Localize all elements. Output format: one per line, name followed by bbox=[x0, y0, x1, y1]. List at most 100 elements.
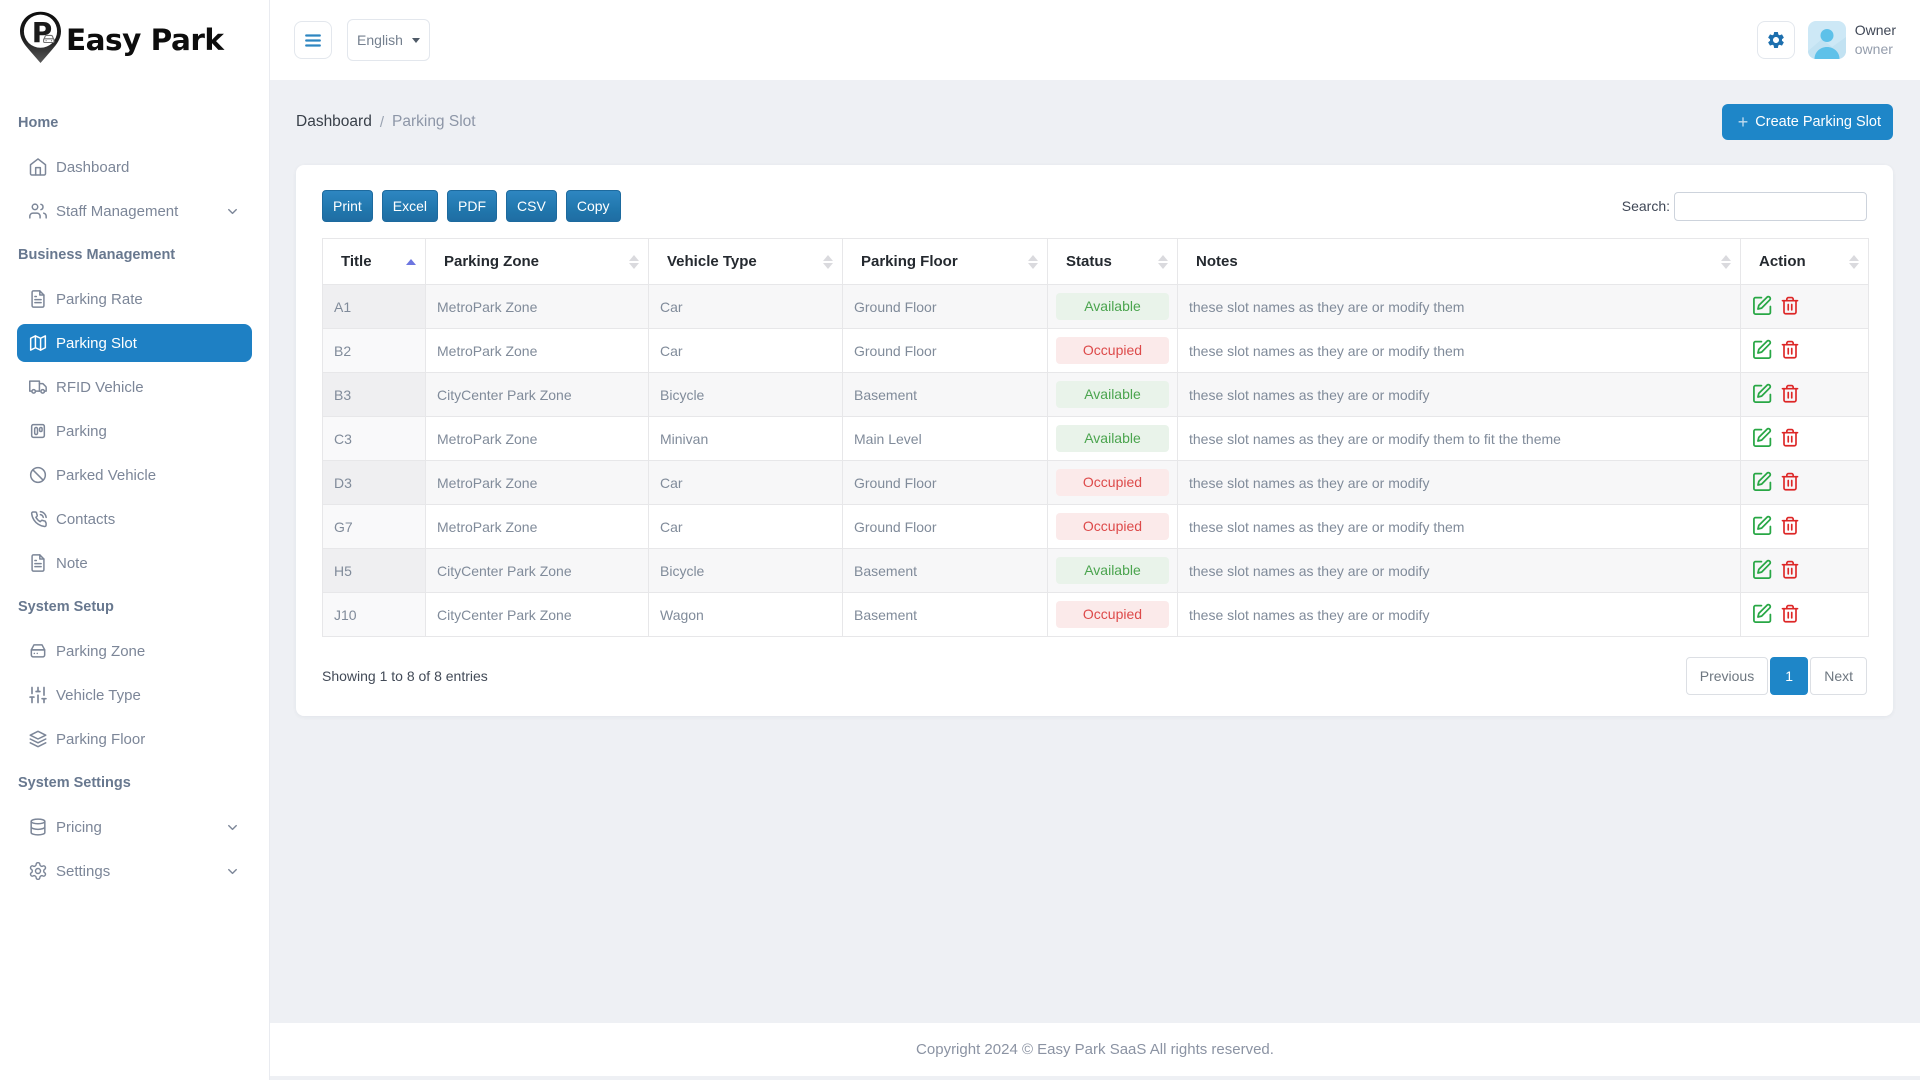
status-badge: Available bbox=[1056, 381, 1169, 408]
truck-icon bbox=[28, 377, 48, 397]
cell-title: D3 bbox=[323, 461, 426, 505]
column-header-parking-floor[interactable]: Parking Floor bbox=[843, 239, 1048, 285]
trash-icon[interactable] bbox=[1780, 427, 1800, 451]
breadcrumb-dashboard[interactable]: Dashboard bbox=[296, 113, 372, 131]
column-header-notes[interactable]: Notes bbox=[1178, 239, 1741, 285]
sort-up-arrow-icon bbox=[1849, 255, 1859, 261]
car-front-icon bbox=[28, 641, 48, 661]
chevron-down-icon bbox=[225, 820, 240, 835]
pagination-previous[interactable]: Previous bbox=[1686, 657, 1768, 695]
edit-icon[interactable] bbox=[1752, 559, 1773, 583]
trash-icon[interactable] bbox=[1780, 383, 1800, 407]
sort-arrows-icon bbox=[1849, 255, 1859, 269]
cell-action bbox=[1741, 549, 1869, 593]
breadcrumb: Dashboard / Parking Slot bbox=[296, 113, 476, 131]
edit-icon[interactable] bbox=[1752, 515, 1773, 539]
cell-parking-zone: MetroPark Zone bbox=[426, 505, 649, 549]
layers-icon bbox=[28, 729, 48, 749]
trash-icon[interactable] bbox=[1780, 603, 1800, 627]
sidebar-item-parking-rate[interactable]: Parking Rate bbox=[17, 280, 252, 318]
user-block[interactable]: Owner owner bbox=[1855, 21, 1896, 59]
sidebar-item-parking-floor[interactable]: Parking Floor bbox=[17, 720, 252, 758]
chevron-down-icon bbox=[225, 204, 240, 219]
edit-icon[interactable] bbox=[1752, 603, 1773, 627]
edit-icon[interactable] bbox=[1752, 427, 1773, 451]
sidebar-item-parking[interactable]: Parking bbox=[17, 412, 252, 450]
sidebar-item-pricing[interactable]: Pricing bbox=[17, 808, 252, 846]
settings-button[interactable] bbox=[1757, 21, 1795, 59]
trash-icon[interactable] bbox=[1780, 295, 1800, 319]
hamburger-icon bbox=[305, 34, 321, 47]
avatar[interactable] bbox=[1808, 21, 1846, 59]
cell-parking-zone: CityCenter Park Zone bbox=[426, 549, 649, 593]
edit-icon[interactable] bbox=[1752, 383, 1773, 407]
trash-icon[interactable] bbox=[1780, 559, 1800, 583]
sidebar-item-label: Note bbox=[56, 555, 240, 572]
sort-arrows-icon bbox=[1158, 255, 1168, 269]
search-wrap: Search: bbox=[1622, 192, 1867, 221]
export-button-csv[interactable]: CSV bbox=[506, 190, 557, 222]
cell-vehicle-type: Bicycle bbox=[649, 373, 843, 417]
pagination-page-1[interactable]: 1 bbox=[1770, 657, 1808, 695]
cell-action bbox=[1741, 505, 1869, 549]
sidebar-item-settings[interactable]: Settings bbox=[17, 852, 252, 890]
sidebar: P Easy Park HomeDashboardStaff Managemen… bbox=[0, 0, 270, 1080]
trash-icon[interactable] bbox=[1780, 515, 1800, 539]
menu-toggle-button[interactable] bbox=[294, 21, 332, 59]
parking-slot-table: TitleParking ZoneVehicle Type Parking Flo… bbox=[322, 238, 1869, 637]
user-role: owner bbox=[1855, 40, 1896, 59]
sidebar-item-rfid-vehicle[interactable]: RFID Vehicle bbox=[17, 368, 252, 406]
column-header-label: Parking Floor bbox=[861, 253, 958, 270]
cell-notes: these slot names as they are or modify t… bbox=[1178, 329, 1741, 373]
column-header-parking-zone[interactable]: Parking Zone bbox=[426, 239, 649, 285]
topbar-right: Owner owner bbox=[1757, 21, 1896, 59]
edit-icon[interactable] bbox=[1752, 339, 1773, 363]
search-input[interactable] bbox=[1674, 192, 1867, 221]
table-row: G7MetroPark ZoneCarGround FloorOccupiedt… bbox=[323, 505, 1869, 549]
edit-icon[interactable] bbox=[1752, 295, 1773, 319]
sidebar-item-parking-zone[interactable]: Parking Zone bbox=[17, 632, 252, 670]
breadcrumb-current: Parking Slot bbox=[392, 113, 476, 131]
trash-icon[interactable] bbox=[1780, 339, 1800, 363]
sidebar-item-vehicle-type[interactable]: Vehicle Type bbox=[17, 676, 252, 714]
column-header-action[interactable]: Action bbox=[1741, 239, 1869, 285]
gear-icon bbox=[1766, 30, 1786, 50]
sidebar-item-label: Pricing bbox=[56, 819, 225, 836]
export-button-pdf[interactable]: PDF bbox=[447, 190, 497, 222]
export-button-excel[interactable]: Excel bbox=[382, 190, 438, 222]
sidebar-item-parking-slot[interactable]: Parking Slot bbox=[17, 324, 252, 362]
export-button-print[interactable]: Print bbox=[322, 190, 373, 222]
create-parking-slot-button[interactable]: + Create Parking Slot bbox=[1722, 104, 1893, 140]
sidebar-item-contacts[interactable]: Contacts bbox=[17, 500, 252, 538]
sidebar-item-label: Parked Vehicle bbox=[56, 467, 240, 484]
cell-title: H5 bbox=[323, 549, 426, 593]
cell-status: Available bbox=[1048, 373, 1178, 417]
sidebar-item-label: Parking bbox=[56, 423, 240, 440]
cell-parking-floor: Ground Floor bbox=[843, 505, 1048, 549]
search-label: Search: bbox=[1622, 198, 1670, 214]
sidebar-heading-system-settings: System Settings bbox=[0, 761, 269, 805]
cell-notes: these slot names as they are or modify bbox=[1178, 549, 1741, 593]
language-select[interactable]: English bbox=[347, 19, 430, 61]
phone-call-icon bbox=[28, 509, 48, 529]
table-body: A1MetroPark ZoneCarGround FloorAvailable… bbox=[323, 285, 1869, 637]
cell-notes: these slot names as they are or modify t… bbox=[1178, 505, 1741, 549]
cell-parking-floor: Basement bbox=[843, 593, 1048, 637]
cell-parking-floor: Ground Floor bbox=[843, 461, 1048, 505]
column-header-title[interactable]: Title bbox=[323, 239, 426, 285]
table-header-row: TitleParking ZoneVehicle Type Parking Flo… bbox=[323, 239, 1869, 285]
cell-status: Occupied bbox=[1048, 593, 1178, 637]
column-header-status[interactable]: Status bbox=[1048, 239, 1178, 285]
cell-vehicle-type: Car bbox=[649, 329, 843, 373]
sidebar-item-dashboard[interactable]: Dashboard bbox=[17, 148, 252, 186]
sidebar-item-parked-vehicle[interactable]: Parked Vehicle bbox=[17, 456, 252, 494]
sidebar-item-note[interactable]: Note bbox=[17, 544, 252, 582]
edit-icon[interactable] bbox=[1752, 471, 1773, 495]
sidebar-item-staff-management[interactable]: Staff Management bbox=[17, 192, 252, 230]
column-header-vehicle-type[interactable]: Vehicle Type bbox=[649, 239, 843, 285]
topbar: English Owner owner bbox=[270, 0, 1920, 80]
trash-icon[interactable] bbox=[1780, 471, 1800, 495]
sidebar-item-label: Parking Slot bbox=[56, 335, 240, 352]
pagination-next[interactable]: Next bbox=[1810, 657, 1867, 695]
export-button-copy[interactable]: Copy bbox=[566, 190, 621, 222]
